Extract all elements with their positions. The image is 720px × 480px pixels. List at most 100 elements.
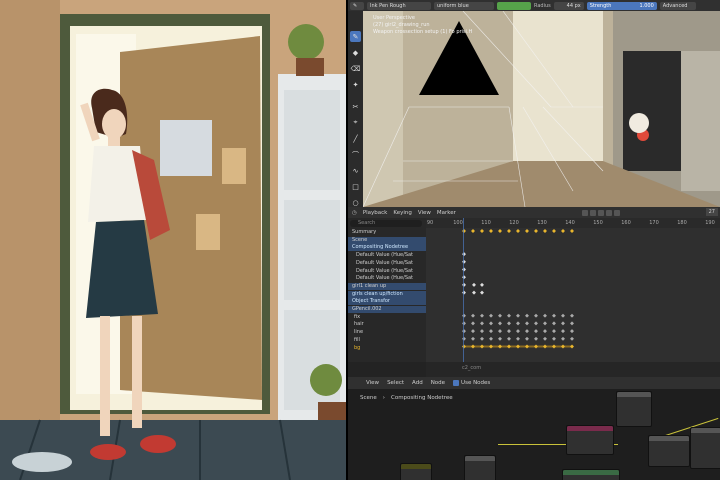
channel-row[interactable]: line (348, 329, 426, 336)
node-box[interactable] (690, 427, 720, 469)
keyframe-marker (543, 313, 547, 318)
fill-tool-icon[interactable]: ◆ (350, 47, 361, 58)
channel-row[interactable]: fix (348, 314, 426, 321)
node-box[interactable] (616, 391, 652, 427)
tint-tool-icon[interactable]: ✦ (350, 79, 361, 90)
strength-value: 1.000 (639, 2, 654, 9)
channel-row[interactable]: Object Transfor (348, 298, 426, 306)
dopesheet-area[interactable] (426, 228, 720, 362)
checkbox-icon (453, 380, 460, 386)
channel-row[interactable]: Compositing Nodetree (348, 244, 426, 252)
use-nodes-checkbox[interactable]: Use Nodes (453, 380, 490, 386)
line-tool-icon[interactable]: ╱ (350, 133, 361, 144)
draw-tool-icon[interactable]: ✎ (350, 31, 361, 42)
box-tool-icon[interactable]: □ (350, 181, 361, 192)
node-menu-select[interactable]: Select (387, 380, 404, 386)
keyframe-marker (525, 336, 529, 341)
cutter-tool-icon[interactable]: ✂ (350, 101, 361, 112)
strength-field[interactable]: Strength 1.000 (586, 1, 657, 10)
keyframe-marker (552, 344, 556, 349)
playback-controls[interactable] (581, 209, 620, 216)
advanced-button[interactable]: Advanced (659, 1, 696, 10)
keyframe-marker (516, 344, 520, 349)
ruler-tick: 190 (705, 220, 715, 226)
eyedropper-tool-icon[interactable]: ⌖ (350, 117, 361, 128)
keyframe-marker (498, 329, 502, 334)
ruler-tick: 140 (565, 220, 575, 226)
ruler-tick: 110 (481, 220, 491, 226)
keyframe-marker (498, 229, 502, 233)
erase-tool-icon[interactable]: ⌫ (350, 63, 361, 74)
node-box[interactable] (562, 469, 620, 480)
view-menu[interactable]: View (418, 210, 431, 216)
channel-row[interactable]: girl1 clean up (348, 282, 426, 290)
timeline-ruler[interactable]: 90 100 110 120 130 140 150 160 170 180 190 (426, 218, 720, 228)
channel-row[interactable]: fill (348, 337, 426, 344)
radius-field[interactable]: 44 px (553, 1, 584, 10)
node-editor-canvas[interactable]: Scene › Compositing Nodetree (348, 389, 720, 480)
playback-menu[interactable]: Playback (363, 210, 388, 216)
current-frame-field[interactable]: 27 (705, 208, 718, 216)
arc-tool-icon[interactable]: ⌒ (350, 149, 361, 160)
channel-row[interactable]: Default Value (Hue/Sat (348, 268, 426, 275)
marker-menu[interactable]: Marker (437, 210, 456, 216)
channel-search-input[interactable]: Search (350, 220, 422, 227)
channel-row[interactable]: bg (348, 345, 426, 352)
channel-row[interactable]: hair (348, 321, 426, 328)
node-menu-view[interactable]: View (366, 380, 379, 386)
material-selector[interactable]: uniform blue (434, 1, 494, 10)
keyframe-marker (534, 329, 538, 334)
material-name: uniform blue (437, 2, 469, 9)
watermark-label: c2_com (462, 365, 482, 371)
node-box[interactable] (566, 425, 614, 455)
editor-type-button[interactable]: ✎ (350, 1, 364, 10)
editor-type-icon[interactable]: ◷ (352, 210, 357, 216)
channel-row[interactable]: Default Value (Hue/Sat (348, 275, 426, 282)
channel-row[interactable]: Summary (348, 229, 426, 236)
keyframe-marker (552, 329, 556, 334)
keyframe-marker (561, 313, 565, 318)
keyframe-marker (525, 229, 529, 233)
keyframe-marker (525, 329, 529, 334)
channel-row[interactable]: GPencil.002 (348, 306, 426, 313)
breadcrumb-tree[interactable]: Compositing Nodetree (391, 395, 453, 401)
node-box[interactable] (464, 455, 496, 480)
breadcrumb-scene[interactable]: Scene (360, 395, 377, 401)
keying-menu[interactable]: Keying (393, 210, 411, 216)
keyframe-marker (570, 313, 574, 318)
3d-viewport[interactable]: User Perspective (27) girl2_drawing_run … (363, 11, 720, 207)
node-menu-add[interactable]: Add (412, 380, 423, 386)
node-menu-node[interactable]: Node (431, 380, 445, 386)
keyframe-marker (480, 313, 484, 318)
breadcrumb-sep-icon: › (382, 395, 385, 401)
color-swatch[interactable] (497, 1, 531, 10)
keyframe-marker (471, 313, 475, 318)
timeline-header: ◷ Playback Keying View Marker 27 (348, 207, 720, 218)
ruler-tick: 180 (677, 220, 687, 226)
keyframe-marker (480, 321, 484, 326)
keyframe-marker (471, 329, 475, 334)
keyframe-marker (552, 321, 556, 326)
ruler-tick: 120 (509, 220, 519, 226)
channel-row[interactable]: Scene (348, 236, 426, 244)
keyframe-marker (570, 336, 574, 341)
channel-row[interactable]: girls clean up/fiction (348, 290, 426, 298)
search-placeholder: Search (358, 220, 376, 226)
keyframe-marker (480, 290, 484, 295)
node-editor-header: View Select Add Node Use Nodes (348, 377, 720, 389)
viewport-extra-info: Weapon crossection setup (1) Fo prisi.H (373, 29, 473, 35)
node-box[interactable] (648, 435, 690, 467)
channel-row[interactable]: Default Value (Hue/Sat (348, 252, 426, 259)
curve-tool-icon[interactable]: ∿ (350, 165, 361, 176)
keyframe-marker (507, 321, 511, 326)
keyframe-marker (561, 329, 565, 334)
keyframe-marker (489, 336, 493, 341)
ruler-tick: 130 (537, 220, 547, 226)
brush-selector[interactable]: Ink Pen Rough (367, 1, 431, 10)
keyframe-marker (516, 329, 520, 334)
ruler-tick: 170 (649, 220, 659, 226)
timeline-footer: c2_com (426, 362, 720, 377)
channel-row[interactable]: Default Value (Hue/Sat (348, 260, 426, 267)
keyframe-marker (507, 329, 511, 334)
node-box[interactable] (400, 463, 432, 480)
